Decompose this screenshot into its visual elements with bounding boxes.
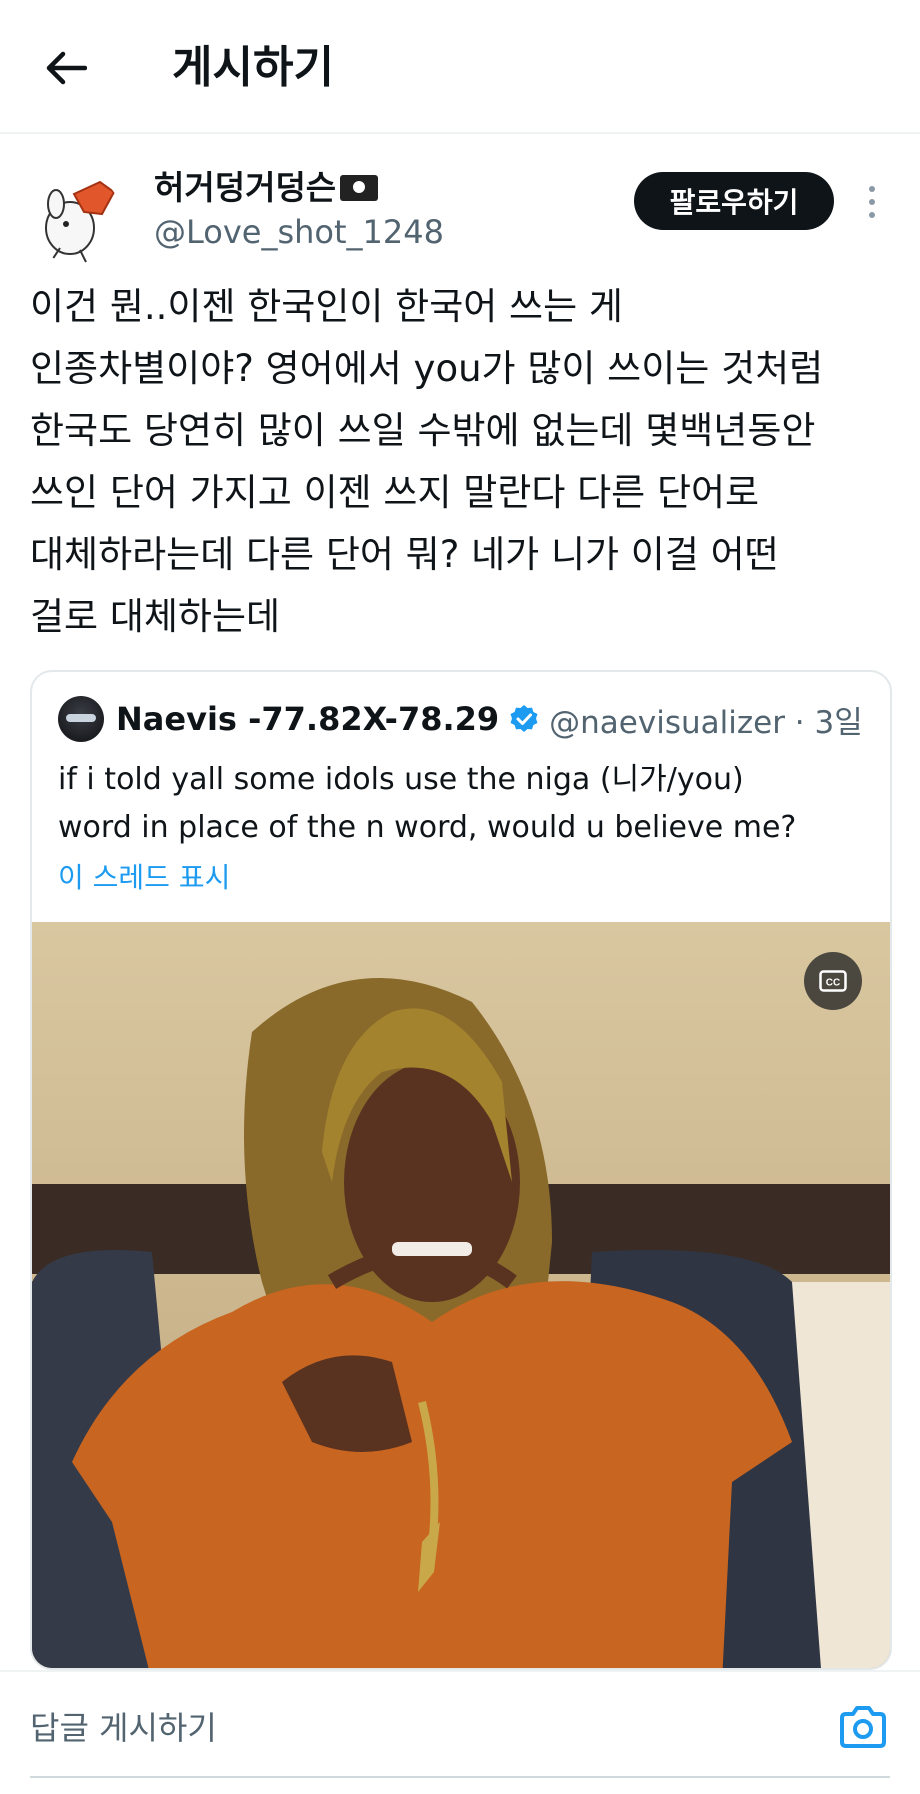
quoted-post[interactable]: Naevis -77.82X-78.29 @naevisualizer · 3일… xyxy=(30,670,892,1670)
closed-captions-icon: CC xyxy=(819,970,847,992)
reply-input-underline xyxy=(30,1776,890,1778)
author-handle[interactable]: @Love_shot_1248 xyxy=(154,212,444,252)
quoted-post-header: Naevis -77.82X-78.29 @naevisualizer · 3일 xyxy=(58,696,863,742)
reply-input[interactable]: 답글 게시하기 xyxy=(30,1708,217,1748)
closed-captions-button[interactable]: CC xyxy=(804,952,862,1010)
page-title: 게시하기 xyxy=(172,42,334,93)
camera-icon[interactable] xyxy=(838,1704,888,1750)
pirate-flag-icon xyxy=(340,175,379,201)
back-button[interactable] xyxy=(34,36,98,100)
quoted-handle-time: @naevisualizer · 3일 xyxy=(549,704,863,741)
show-thread-link[interactable]: 이 스레드 표시 xyxy=(58,860,230,896)
svg-text:CC: CC xyxy=(826,978,840,989)
quoted-avatar xyxy=(58,696,104,742)
arrow-left-icon xyxy=(46,51,87,85)
quoted-post-text: if i told yall some idols use the niga (… xyxy=(58,762,797,845)
quoted-author-name: Naevis -77.82X-78.29 xyxy=(116,700,500,738)
reply-composer: 답글 게시하기 xyxy=(0,1670,920,1794)
follow-button[interactable]: 팔로우하기 xyxy=(634,172,834,230)
author-name[interactable]: 허거덩거덩슨 xyxy=(154,168,379,208)
verified-badge-icon xyxy=(510,705,538,732)
more-vertical-icon[interactable] xyxy=(856,178,888,226)
post-author: 허거덩거덩슨 @Love_shot_1248 팔로우하기 xyxy=(0,150,920,270)
top-app-bar: 게시하기 xyxy=(0,0,920,134)
video-frame xyxy=(32,922,890,1668)
avatar-image xyxy=(30,172,122,264)
avatar[interactable] xyxy=(30,172,122,264)
video-player[interactable]: CC xyxy=(32,922,890,1668)
post-text: 이건 뭔..이젠 한국인이 한국어 쓰는 게 인종차별이야? 영어에서 you가… xyxy=(30,285,824,638)
author-name-text: 허거덩거덩슨 xyxy=(154,168,337,207)
